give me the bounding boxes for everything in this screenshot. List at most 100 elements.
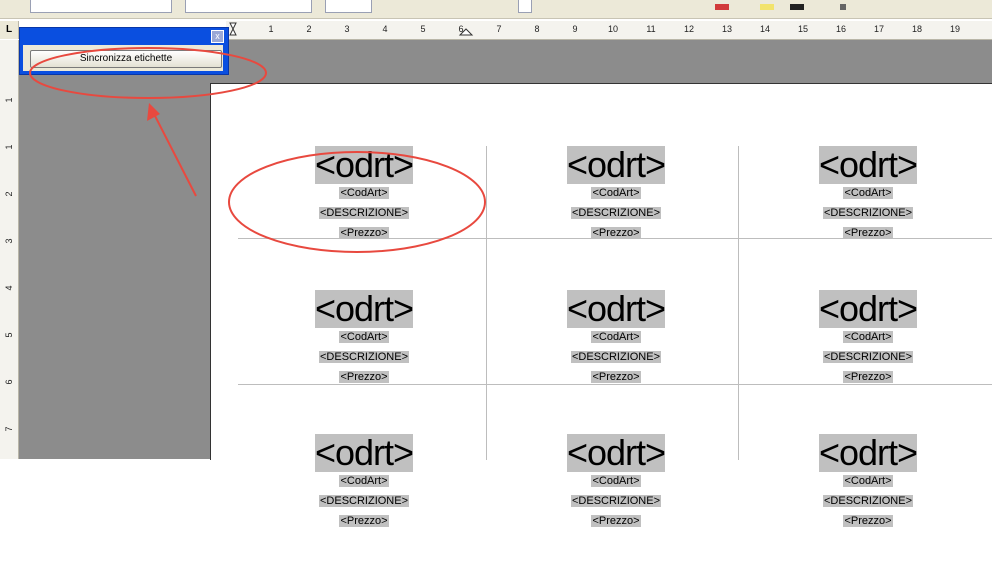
field-placeholder: <DESCRIZIONE> [318,351,410,363]
dropdown-icon[interactable] [840,4,846,10]
field-placeholder: <CodArt> [843,475,893,487]
ruler-corner[interactable]: L [0,21,19,39]
field-placeholder: <CodArt> [843,331,893,343]
toolbar-field[interactable] [185,0,312,13]
vertical-ruler[interactable]: 112345678 [0,40,19,459]
label-field-descrizione: <DESCRIZIONE> [490,350,742,364]
field-placeholder: <DESCRIZIONE> [822,495,914,507]
toolbar-field[interactable] [30,0,172,13]
color-swatch-icon[interactable] [715,4,729,10]
ruler-tick-label: 18 [911,24,922,34]
ruler-tick-label: 9 [572,24,578,34]
label-cell[interactable]: <odrt> <CodArt> <DESCRIZIONE> <Prezzo> [490,290,742,432]
label-cell[interactable]: <odrt> <CodArt> <DESCRIZIONE> <Prezzo> [742,146,992,288]
ruler-tick-label: 3 [344,24,350,34]
barcode-field: <odrt> [742,146,992,184]
ruler-tick-label: 15 [797,24,808,34]
color-swatch-icon[interactable] [760,4,774,10]
label-field-codart: <CodArt> [742,186,992,200]
barcode-text: <odrt> [566,144,666,185]
label-field-descrizione: <DESCRIZIONE> [490,494,742,508]
field-placeholder: <Prezzo> [843,371,893,383]
field-placeholder: <Prezzo> [339,515,389,527]
field-placeholder: <CodArt> [339,475,389,487]
field-placeholder: <Prezzo> [591,371,641,383]
close-icon[interactable]: x [211,30,224,43]
ruler-tick-label: 4 [4,285,14,291]
barcode-field: <odrt> [490,146,742,184]
label-cell[interactable]: <odrt> <CodArt> <DESCRIZIONE> <Prezzo> [238,290,490,432]
label-field-prezzo: <Prezzo> [238,370,490,384]
toolbar-field[interactable] [518,0,532,13]
barcode-field: <odrt> [238,146,490,184]
ruler-tick-label: 2 [306,24,312,34]
label-cell[interactable]: <odrt> <CodArt> <DESCRIZIONE> <Prezzo> [238,434,490,576]
color-swatch-icon[interactable] [790,4,804,10]
ruler-tick-label: 1 [268,24,274,34]
label-field-descrizione: <DESCRIZIONE> [742,206,992,220]
top-toolbar [0,0,992,19]
ruler-tick-label: 17 [873,24,884,34]
barcode-text: <odrt> [314,432,414,473]
field-placeholder: <DESCRIZIONE> [570,495,662,507]
document-page[interactable]: <odrt> <CodArt> <DESCRIZIONE> <Prezzo> <odrt… [210,83,992,527]
row-separator [238,238,992,239]
label-field-codart: <CodArt> [238,474,490,488]
barcode-text: <odrt> [566,432,666,473]
label-field-prezzo: <Prezzo> [490,370,742,384]
field-placeholder: <CodArt> [339,187,389,199]
label-field-prezzo: <Prezzo> [742,514,992,528]
barcode-text: <odrt> [818,144,918,185]
field-placeholder: <CodArt> [339,331,389,343]
ruler-tick-label: 5 [4,332,14,338]
sync-labels-button[interactable]: Sincronizza etichette [30,50,222,68]
ruler-tick-label: 12 [683,24,694,34]
label-field-prezzo: <Prezzo> [742,370,992,384]
field-placeholder: <CodArt> [591,331,641,343]
floating-toolbar-window[interactable]: x Sincronizza etichette [19,27,229,75]
ruler-tick-label: 13 [721,24,732,34]
barcode-text: <odrt> [314,144,414,185]
field-placeholder: <CodArt> [591,475,641,487]
field-placeholder: <Prezzo> [591,515,641,527]
label-cell[interactable]: <odrt> <CodArt> <DESCRIZIONE> <Prezzo> [490,146,742,288]
barcode-text: <odrt> [314,288,414,329]
ruler-tick-label: 4 [382,24,388,34]
label-cell[interactable]: <odrt> <CodArt> <DESCRIZIONE> <Prezzo> [238,146,490,288]
label-field-descrizione: <DESCRIZIONE> [238,350,490,364]
ruler-tick-label: 2 [4,191,14,197]
ruler-tick-label: 7 [496,24,502,34]
floating-toolbar-titlebar[interactable]: x [20,28,228,43]
toolbar-field[interactable] [325,0,372,13]
label-field-descrizione: <DESCRIZIONE> [742,494,992,508]
barcode-field: <odrt> [490,434,742,472]
ruler-tick-label: 6 [4,379,14,385]
field-placeholder: <DESCRIZIONE> [822,207,914,219]
barcode-text: <odrt> [566,288,666,329]
ruler-tick-label: 1 [4,97,14,103]
label-field-prezzo: <Prezzo> [490,514,742,528]
floating-toolbar-body: Sincronizza etichette [23,45,223,71]
label-field-codart: <CodArt> [238,186,490,200]
label-field-descrizione: <DESCRIZIONE> [490,206,742,220]
label-field-codart: <CodArt> [742,474,992,488]
barcode-field: <odrt> [742,434,992,472]
label-cell[interactable]: <odrt> <CodArt> <DESCRIZIONE> <Prezzo> [742,434,992,576]
field-placeholder: <CodArt> [843,187,893,199]
label-cell[interactable]: <odrt> <CodArt> <DESCRIZIONE> <Prezzo> [742,290,992,432]
label-field-descrizione: <DESCRIZIONE> [238,494,490,508]
field-placeholder: <DESCRIZIONE> [570,351,662,363]
indent-marker-icon [229,22,237,36]
horizontal-ruler[interactable]: 1 2 3 4 5 6 7 8 9 10 11 12 13 14 15 16 17 18 19 [226,21,992,40]
label-field-descrizione: <DESCRIZIONE> [238,206,490,220]
column-separator [738,146,739,460]
ruler-tick-label: 8 [534,24,540,34]
label-cell[interactable]: <odrt> <CodArt> <DESCRIZIONE> <Prezzo> [490,434,742,576]
ruler-tick-label: 16 [835,24,846,34]
barcode-text: <odrt> [818,432,918,473]
ruler-tick-label: 19 [949,24,960,34]
barcode-field: <odrt> [490,290,742,328]
field-placeholder: <Prezzo> [339,371,389,383]
label-field-prezzo: <Prezzo> [238,514,490,528]
barcode-text: <odrt> [818,288,918,329]
